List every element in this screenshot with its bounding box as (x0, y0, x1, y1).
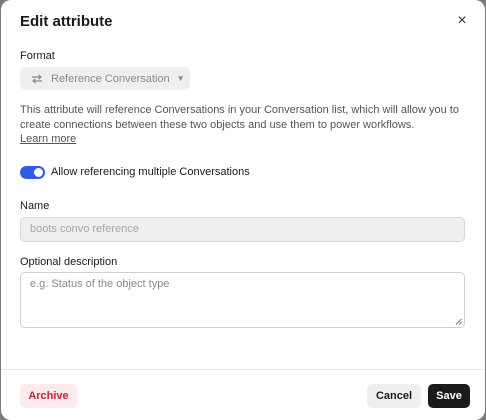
footer-divider (1, 369, 485, 370)
name-field[interactable]: boots convo reference (20, 217, 465, 242)
format-select[interactable]: Reference Conversation ▼ (20, 67, 190, 90)
optional-description-field[interactable]: e.g. Status of the object type (20, 272, 465, 328)
swap-arrows-icon (32, 73, 42, 84)
toggle-knob (34, 168, 43, 177)
learn-more-link[interactable]: Learn more (20, 133, 76, 145)
dialog-title: Edit attribute (20, 13, 113, 30)
cancel-button[interactable]: Cancel (367, 384, 421, 408)
save-button[interactable]: Save (428, 384, 470, 408)
format-select-value: Reference Conversation (51, 72, 170, 85)
attribute-description: This attribute will reference Conversati… (20, 104, 459, 131)
edit-attribute-dialog: Edit attribute × Format Reference Conver… (1, 0, 485, 420)
resize-handle-icon[interactable] (455, 318, 462, 325)
allow-multiple-toggle[interactable] (20, 166, 45, 179)
allow-multiple-label: Allow referencing multiple Conversations (51, 166, 250, 178)
format-label: Format (20, 50, 55, 62)
close-icon[interactable]: × (455, 13, 469, 29)
name-label: Name (20, 200, 50, 212)
optional-description-placeholder: e.g. Status of the object type (30, 278, 170, 290)
optional-description-label: Optional description (20, 256, 118, 268)
archive-button[interactable]: Archive (20, 384, 77, 408)
chevron-down-icon: ▼ (176, 74, 185, 83)
